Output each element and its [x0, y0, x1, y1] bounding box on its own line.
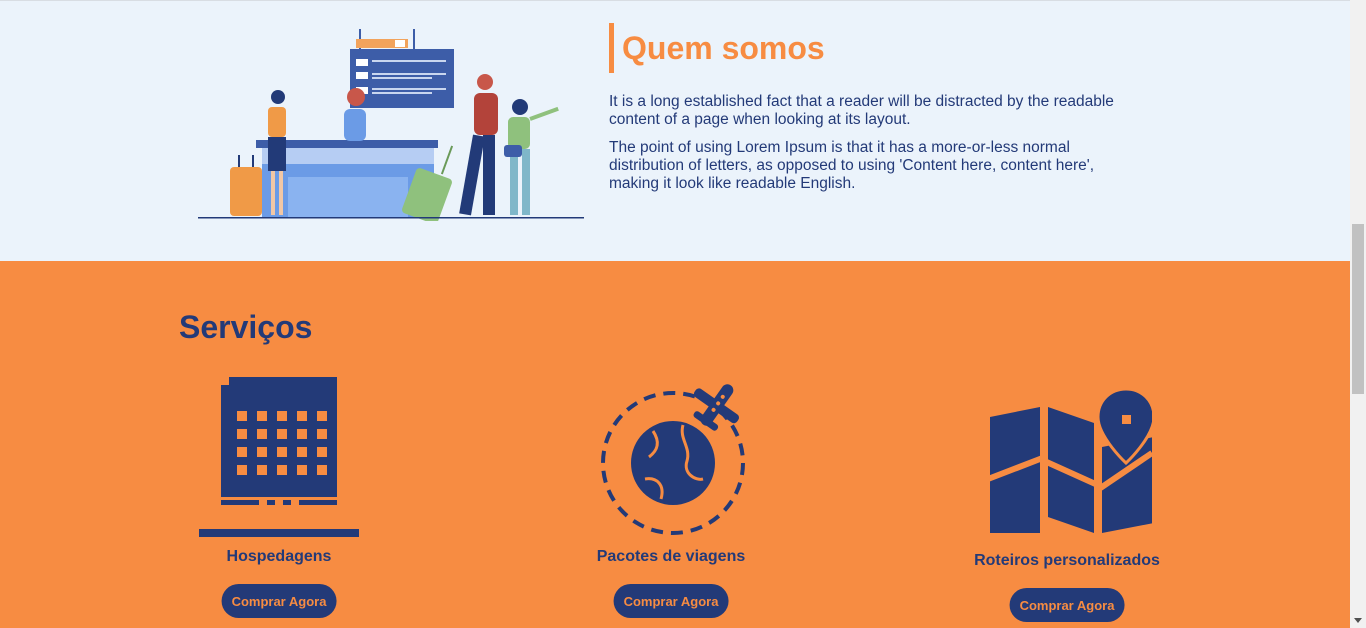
comprar-agora-button-hospedagens[interactable]: Comprar Agora: [221, 584, 337, 618]
service-label-roteiros: Roteiros personalizados: [974, 552, 1160, 569]
service-card-roteiros: Roteiros personalizados Comprar Agora: [937, 387, 1197, 627]
scroll-down-arrow-icon[interactable]: [1354, 618, 1362, 623]
about-paragraph-1: It is a long established fact that a rea…: [609, 93, 1114, 128]
services-title: Serviços: [179, 309, 313, 345]
globe-airplane-icon: [601, 384, 745, 535]
map-pin-icon: [986, 387, 1152, 533]
vertical-scrollbar[interactable]: [1350, 0, 1366, 628]
about-text-block: Quem somos It is a long established fact…: [609, 23, 1129, 193]
service-card-hospedagens: Hospedagens Comprar Agora: [149, 377, 409, 622]
airport-checkin-illustration: [198, 29, 584, 221]
about-section: Quem somos It is a long established fact…: [0, 0, 1350, 261]
services-section: Serviços Hospedagens Comprar Agora Pacot…: [0, 261, 1350, 628]
about-title: Quem somos: [609, 23, 1129, 73]
service-label-pacotes: Pacotes de viagens: [596, 548, 746, 565]
service-card-pacotes: Pacotes de viagens Comprar Agora: [541, 381, 801, 626]
hotel-building-icon: [199, 377, 359, 537]
comprar-agora-button-roteiros[interactable]: Comprar Agora: [1009, 588, 1125, 622]
scrollbar-thumb[interactable]: [1352, 224, 1364, 394]
comprar-agora-button-pacotes[interactable]: Comprar Agora: [613, 584, 729, 618]
service-label-hospedagens: Hospedagens: [226, 548, 332, 565]
about-paragraph-2: The point of using Lorem Ipsum is that i…: [609, 139, 1094, 192]
